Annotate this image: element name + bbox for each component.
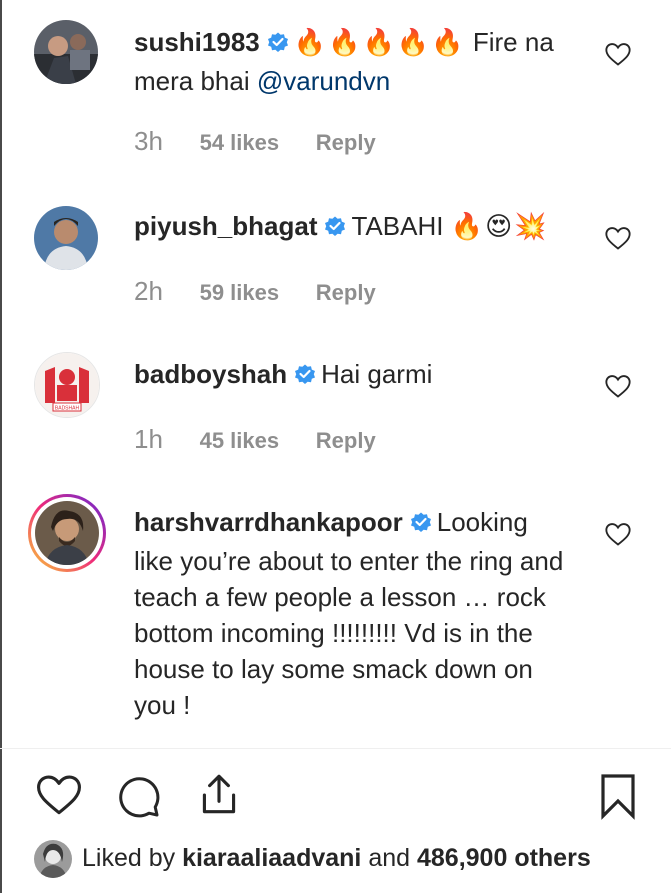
liked-by-and: and bbox=[368, 844, 411, 872]
verified-badge-icon bbox=[323, 211, 347, 247]
comment-body: harshvarrdhankapoor Looking like you’re a… bbox=[134, 504, 574, 723]
comment-emoji: 🔥😍💥 bbox=[450, 211, 549, 241]
comment-text-continued: like you’re about to enter the ring and … bbox=[134, 546, 564, 720]
comment-text: Fire na bbox=[472, 27, 554, 57]
avatar[interactable]: BADSHAH bbox=[34, 352, 100, 418]
comment-time[interactable]: 2h bbox=[134, 276, 163, 307]
comment-body: sushi1983 🔥🔥🔥🔥🔥 Fire na mera bhai @varund… bbox=[134, 24, 574, 99]
comment-likes[interactable]: 54 likes bbox=[200, 130, 280, 156]
comment-emoji: 🔥🔥🔥🔥🔥 bbox=[293, 27, 466, 57]
comment-meta: 1h 45 likes Reply bbox=[134, 424, 376, 455]
like-comment-heart-icon[interactable] bbox=[604, 520, 632, 548]
comment-icon[interactable] bbox=[114, 772, 162, 825]
liked-by-count[interactable]: 486,900 others bbox=[417, 844, 591, 872]
avatar[interactable] bbox=[34, 206, 98, 270]
liked-by-user[interactable]: kiaraaliaadvani bbox=[182, 844, 361, 872]
reply-button[interactable]: Reply bbox=[316, 130, 376, 156]
comment-time[interactable]: 1h bbox=[134, 424, 163, 455]
verified-badge-icon bbox=[409, 507, 433, 543]
reply-button[interactable]: Reply bbox=[316, 280, 376, 306]
comment-text: Hai garmi bbox=[321, 359, 433, 389]
section-divider bbox=[0, 748, 671, 749]
comment-username[interactable]: badboyshah bbox=[134, 359, 287, 389]
comment-text: TABAHI bbox=[351, 211, 444, 241]
comment-likes[interactable]: 59 likes bbox=[200, 280, 280, 306]
share-icon[interactable] bbox=[194, 770, 244, 825]
comment-username[interactable]: piyush_bhagat bbox=[134, 211, 317, 241]
comment-mention[interactable]: @varundvn bbox=[257, 66, 390, 96]
liked-by-prefix: Liked by bbox=[82, 844, 176, 872]
post-action-bar bbox=[0, 770, 671, 826]
comment-likes[interactable]: 45 likes bbox=[200, 428, 280, 454]
bookmark-icon[interactable] bbox=[594, 772, 642, 825]
window-edge bbox=[0, 0, 2, 893]
verified-badge-icon bbox=[266, 27, 290, 63]
comment-username[interactable]: harshvarrdhankapoor bbox=[134, 507, 403, 537]
like-comment-heart-icon[interactable] bbox=[604, 224, 632, 252]
reply-button[interactable]: Reply bbox=[316, 428, 376, 454]
avatar[interactable] bbox=[34, 840, 72, 878]
like-comment-heart-icon[interactable] bbox=[604, 372, 632, 400]
like-comment-heart-icon[interactable] bbox=[604, 40, 632, 68]
comment-text: Looking bbox=[436, 507, 528, 537]
comment-body: badboyshah Hai garmi bbox=[134, 356, 574, 395]
svg-text:BADSHAH: BADSHAH bbox=[55, 406, 80, 412]
avatar-story-ring[interactable] bbox=[28, 494, 106, 572]
liked-by-text: Liked by kiaraaliaadvani and 486,900 oth… bbox=[82, 838, 591, 878]
comment-username[interactable]: sushi1983 bbox=[134, 27, 260, 57]
comment-text-line2: mera bhai bbox=[134, 66, 250, 96]
avatar[interactable] bbox=[34, 20, 98, 84]
comment-time[interactable]: 3h bbox=[134, 126, 163, 157]
heart-icon[interactable] bbox=[34, 770, 84, 825]
comment-meta: 3h 54 likes Reply bbox=[134, 126, 376, 157]
verified-badge-icon bbox=[293, 359, 317, 395]
comment-meta: 2h 59 likes Reply bbox=[134, 276, 376, 307]
comment-body: piyush_bhagat TABAHI 🔥😍💥 bbox=[134, 208, 574, 247]
